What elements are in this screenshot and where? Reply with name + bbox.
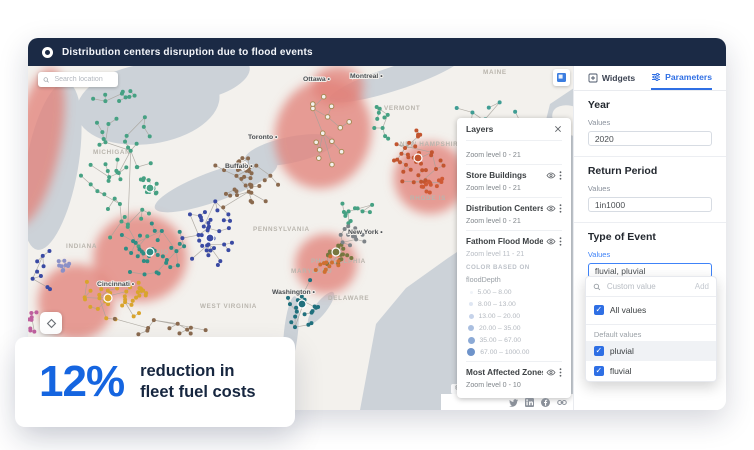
layer-title: Fathom Flood Model bbox=[466, 237, 543, 246]
option-label: All values bbox=[609, 305, 647, 315]
section-return-period: Return Period Values bbox=[573, 157, 726, 223]
layer-zoom-range: Zoom level 11 - 21 bbox=[466, 250, 525, 258]
link-icon[interactable] bbox=[557, 398, 567, 407]
svg-text:RHODE IS: RHODE IS bbox=[410, 195, 446, 202]
section-year: Year Values bbox=[573, 91, 726, 157]
layer-item: Distribution Centers B... Zoom level 0 - … bbox=[466, 197, 562, 230]
legend-entry: 8.00 – 13.00 bbox=[466, 300, 562, 308]
layers-panel-title: Layers bbox=[466, 124, 494, 134]
dropdown-option-pluvial[interactable]: ✓ pluvial bbox=[585, 341, 716, 361]
svg-text:WEST VIRGINIA: WEST VIRGINIA bbox=[200, 303, 257, 310]
layer-title: Store Buildings bbox=[466, 171, 527, 180]
layer-legend: COLOR BASED ON floodDepth 5.00 – 8.00 8.00 … bbox=[466, 264, 562, 357]
custom-value-input[interactable] bbox=[604, 281, 691, 292]
dropdown-search-row: Add bbox=[585, 277, 716, 297]
values-label: Values bbox=[587, 118, 611, 127]
add-button[interactable]: Add bbox=[695, 282, 709, 291]
checkbox-checked-icon[interactable]: ✓ bbox=[593, 346, 604, 356]
svg-text:VERMONT: VERMONT bbox=[384, 105, 420, 112]
svg-text:Washington •: Washington • bbox=[272, 289, 316, 296]
tab-parameters[interactable]: Parameters bbox=[651, 66, 712, 90]
close-icon[interactable] bbox=[554, 125, 562, 133]
locate-diamond-icon bbox=[46, 318, 56, 328]
kebab-menu-icon[interactable] bbox=[559, 237, 562, 246]
legend-entry: 20.00 – 35.00 bbox=[466, 324, 562, 332]
checkbox-checked-icon[interactable]: ✓ bbox=[593, 305, 604, 315]
section-year-title: Year bbox=[587, 99, 611, 111]
search-icon bbox=[43, 76, 49, 83]
layer-zoom-range: Zoom level 0 - 10 bbox=[466, 381, 521, 389]
stat-value: 12% bbox=[39, 357, 125, 406]
svg-text:MAINE: MAINE bbox=[483, 69, 507, 76]
twitter-icon[interactable] bbox=[509, 398, 518, 407]
tab-parameters-label: Parameters bbox=[665, 72, 712, 82]
layer-item: Zoom level 0 - 21 bbox=[466, 141, 562, 164]
svg-text:Cincinnati •: Cincinnati • bbox=[97, 281, 135, 288]
svg-text:Toronto •: Toronto • bbox=[248, 134, 278, 141]
search-icon bbox=[593, 283, 601, 290]
svg-text:New York •: New York • bbox=[348, 229, 383, 236]
svg-text:Buffalo •: Buffalo • bbox=[225, 163, 253, 170]
tab-widgets-label: Widgets bbox=[601, 73, 636, 83]
layers-panel: Layers Zoom level 0 - 21 Store Buildings Z… bbox=[457, 118, 571, 398]
locate-button[interactable] bbox=[40, 312, 62, 334]
visibility-eye-icon[interactable] bbox=[546, 204, 556, 213]
kebab-menu-icon[interactable] bbox=[559, 204, 562, 213]
visibility-eye-icon[interactable] bbox=[546, 171, 556, 180]
dropdown-group-label: Default values bbox=[585, 324, 716, 341]
legend-entry: 5.00 – 8.00 bbox=[466, 288, 562, 296]
record-dot-icon bbox=[42, 46, 53, 58]
page-title: Distribution centers disruption due to f… bbox=[62, 46, 313, 58]
svg-text:Montreal •: Montreal • bbox=[350, 73, 383, 80]
svg-text:PENNSYLVANIA: PENNSYLVANIA bbox=[253, 226, 310, 233]
section-return-period-title: Return Period bbox=[587, 165, 658, 177]
dropdown-option-all-values[interactable]: ✓ All values bbox=[586, 300, 716, 320]
stat-description: reduction in fleet fuel costs bbox=[140, 361, 256, 401]
dropdown-option-fluvial[interactable]: ✓ fluvial bbox=[586, 361, 716, 381]
social-links bbox=[509, 398, 567, 407]
legend-entry: 35.00 – 67.00 bbox=[466, 336, 562, 344]
facebook-icon[interactable] bbox=[540, 398, 550, 407]
sidebar-tabs: Widgets Parameters bbox=[573, 66, 726, 91]
option-label: pluvial bbox=[609, 346, 634, 356]
tab-widgets[interactable]: Widgets bbox=[588, 66, 635, 90]
checkbox-checked-icon[interactable]: ✓ bbox=[593, 366, 604, 376]
year-input[interactable] bbox=[587, 131, 712, 146]
kebab-menu-icon[interactable] bbox=[559, 171, 562, 180]
stat-card: 12% reduction in fleet fuel costs bbox=[15, 337, 295, 427]
svg-text:Ottawa •: Ottawa • bbox=[303, 76, 331, 83]
widgets-icon bbox=[588, 73, 598, 83]
legend-entry: 67.00 – 1000.00 bbox=[466, 347, 562, 357]
layer-item: Store Buildings Zoom level 0 - 21 bbox=[466, 164, 562, 197]
basemap-style-button[interactable] bbox=[553, 69, 570, 86]
svg-text:MICHIGAN: MICHIGAN bbox=[93, 149, 130, 156]
layer-zoom-range: Zoom level 0 - 21 bbox=[466, 217, 521, 225]
basemap-icon bbox=[557, 73, 566, 82]
map-search[interactable] bbox=[38, 72, 118, 87]
values-label: Values bbox=[587, 250, 611, 259]
parameters-sliders-icon bbox=[652, 72, 661, 82]
visibility-eye-icon[interactable] bbox=[546, 237, 556, 246]
values-label: Values bbox=[587, 184, 611, 193]
layer-zoom-range: Zoom level 0 - 21 bbox=[466, 151, 521, 159]
option-label: fluvial bbox=[609, 366, 632, 376]
sidebar: Widgets Parameters Year Values Return Pe… bbox=[572, 66, 726, 410]
header: Distribution centers disruption due to f… bbox=[28, 38, 726, 66]
layer-zoom-range: Zoom level 0 - 21 bbox=[466, 184, 521, 192]
return-period-input[interactable] bbox=[587, 197, 712, 212]
layer-item: Fathom Flood Model Zoom level 11 - 21 COLO… bbox=[466, 230, 562, 361]
type-of-event-dropdown: Add ✓ All values Default values ✓ pluvial ✓ fl… bbox=[584, 276, 717, 382]
layer-title: Most Affected Zones bbox=[466, 368, 543, 377]
visibility-eye-icon[interactable] bbox=[546, 368, 556, 377]
section-type-of-event-title: Type of Event bbox=[587, 231, 656, 243]
svg-text:DELAWARE: DELAWARE bbox=[328, 295, 369, 302]
search-input[interactable] bbox=[52, 75, 113, 84]
layer-title: Distribution Centers B... bbox=[466, 204, 543, 213]
layer-item: Most Affected Zones Zoom level 0 - 10 bbox=[466, 361, 562, 394]
linkedin-icon[interactable] bbox=[524, 398, 534, 407]
kebab-menu-icon[interactable] bbox=[559, 368, 562, 377]
legend-entry: 13.00 – 20.00 bbox=[466, 312, 562, 320]
svg-text:INDIANA: INDIANA bbox=[66, 243, 97, 250]
